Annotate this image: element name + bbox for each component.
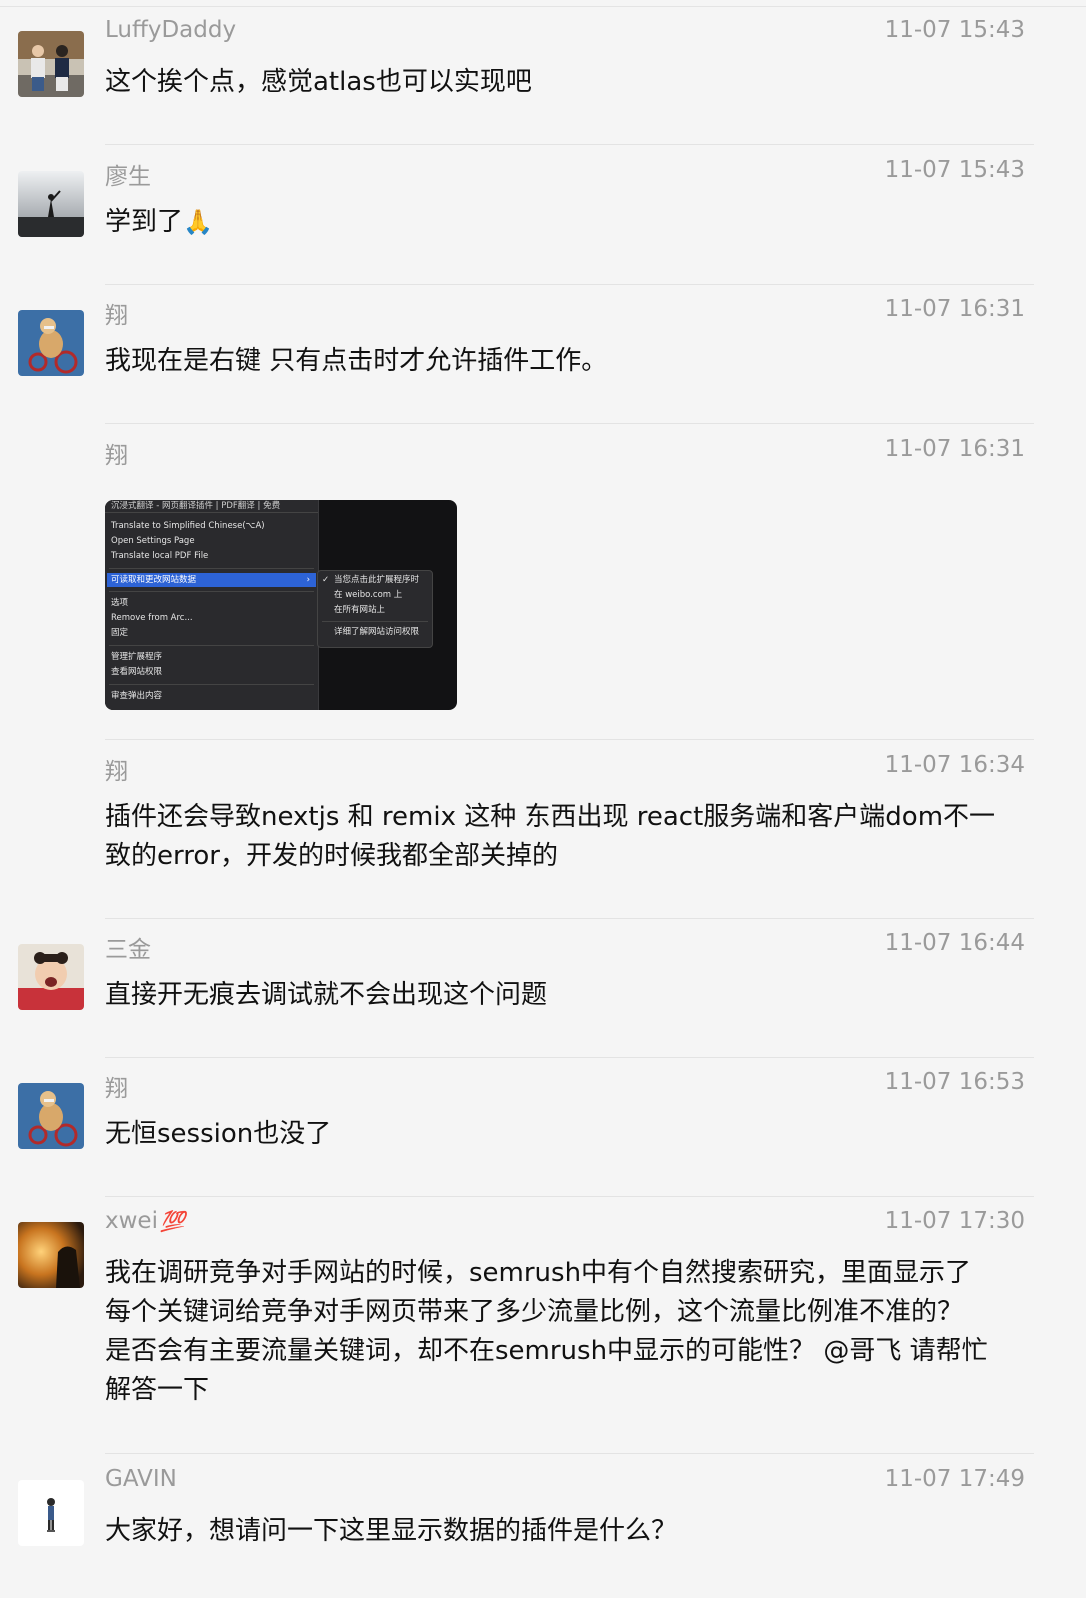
menu-item: 管理扩展程序: [111, 652, 163, 662]
menu-item: 审查弹出内容: [111, 691, 163, 701]
avatar[interactable]: [18, 1222, 84, 1288]
submenu-item: 详细了解网站访问权限: [334, 627, 420, 637]
timestamp: 11-07 16:31: [884, 296, 1025, 322]
message-divider: [105, 1453, 1034, 1454]
menu-item: 固定: [111, 628, 129, 638]
pray-emoji-icon: 🙏: [183, 208, 213, 236]
menu-item-label: 可读取和更改网站数据: [111, 575, 197, 585]
message-text: 这个挨个点，感觉atlas也可以实现吧: [105, 63, 1035, 102]
menu-item: Remove from Arc...: [111, 613, 193, 623]
message-line: 我现在是右键 只有点击时才允许插件工作。: [105, 346, 608, 376]
top-divider: [0, 6, 1086, 7]
sender-name-text: xwei: [105, 1208, 158, 1234]
avatar[interactable]: [18, 171, 84, 237]
menu-item: 选项: [111, 598, 129, 608]
sender-name[interactable]: 翔: [105, 436, 128, 470]
message-line: 学到了: [105, 207, 184, 237]
timestamp: 11-07 17:30: [884, 1208, 1025, 1234]
submenu-item: 在所有网站上: [334, 605, 386, 615]
sender-name[interactable]: 翔: [105, 296, 128, 330]
message-line: 无恒session也没了: [105, 1119, 332, 1149]
message-line: 直接开无痕去调试就不会出现这个问题: [105, 980, 548, 1010]
menu-divider: [109, 684, 314, 685]
message-divider: [105, 144, 1034, 145]
message-text: 大家好，想请问一下这里显示数据的插件是什么？: [105, 1512, 1035, 1551]
timestamp: 11-07 16:44: [884, 930, 1025, 956]
menu-item-highlighted: 可读取和更改网站数据 ›: [107, 573, 316, 587]
menu-header: 沉浸式翻译 - 网页翻译插件 | PDF翻译 | 免费: [105, 500, 318, 513]
site-access-submenu: ✓ 当您点击此扩展程序时 在 weibo.com 上 在所有网站上 详细了解网站访…: [317, 570, 433, 648]
chevron-right-icon: ›: [306, 575, 310, 585]
message-text: 直接开无痕去调试就不会出现这个问题: [105, 976, 1035, 1015]
message-line: 致的error，开发的时候我都全部关掉的: [105, 841, 558, 871]
sender-name[interactable]: 三金: [105, 930, 151, 964]
timestamp: 11-07 17:49: [884, 1466, 1025, 1492]
message-text: 插件还会导致nextjs 和 remix 这种 东西出现 react服务端和客户…: [105, 798, 1035, 876]
sender-name[interactable]: LuffyDaddy: [105, 17, 236, 43]
message-line: 这个挨个点，感觉atlas也可以实现吧: [105, 67, 532, 97]
message-text: 我在调研竞争对手网站的时候，semrush中有个自然搜索研究，里面显示了 每个关…: [105, 1254, 1035, 1410]
menu-divider: [109, 645, 314, 646]
checkmark-icon: ✓: [322, 575, 330, 585]
message-line: 大家好，想请问一下这里显示数据的插件是什么？: [105, 1516, 678, 1546]
timestamp: 11-07 16:53: [884, 1069, 1025, 1095]
menu-divider: [322, 621, 428, 622]
message-line: 插件还会导致nextjs 和 remix 这种 东西出现 react服务端和客户…: [105, 802, 996, 832]
sender-name[interactable]: 翔: [105, 752, 128, 786]
submenu-item: ✓ 当您点击此扩展程序时: [318, 573, 432, 588]
message-text: 我现在是右键 只有点击时才允许插件工作。: [105, 342, 1035, 381]
menu-divider: [109, 568, 314, 569]
hundred-points-icon: 💯: [159, 1209, 185, 1233]
menu-item: 查看网站权限: [111, 667, 163, 677]
timestamp: 11-07 15:43: [884, 17, 1025, 43]
timestamp: 11-07 16:31: [884, 436, 1025, 462]
menu-item: Translate local PDF File: [111, 551, 209, 561]
sender-name[interactable]: xwei 💯: [105, 1208, 185, 1234]
message-divider: [105, 284, 1034, 285]
extension-context-menu: 沉浸式翻译 - 网页翻译插件 | PDF翻译 | 免费 Translate to…: [105, 500, 319, 710]
avatar[interactable]: [18, 31, 84, 97]
timestamp: 11-07 16:34: [884, 752, 1025, 778]
context-menu-screenshot[interactable]: 沉浸式翻译 - 网页翻译插件 | PDF翻译 | 免费 Translate to…: [105, 500, 457, 710]
avatar[interactable]: [18, 1083, 84, 1149]
avatar[interactable]: [18, 944, 84, 1010]
menu-item: Translate to Simplified Chinese(⌥A): [111, 521, 265, 531]
message-line: 我在调研竞争对手网站的时候，semrush中有个自然搜索研究，里面显示了: [105, 1258, 972, 1288]
sender-name[interactable]: 廖生: [105, 157, 151, 191]
avatar[interactable]: [18, 310, 84, 376]
message-line: 解答一下: [105, 1375, 210, 1405]
message-divider: [105, 423, 1034, 424]
menu-divider: [109, 591, 314, 592]
sender-name[interactable]: GAVIN: [105, 1466, 177, 1492]
timestamp: 11-07 15:43: [884, 157, 1025, 183]
message-line: 每个关键词给竞争对手网页带来了多少流量比例，这个流量比例准不准的？: [105, 1297, 964, 1327]
message-divider: [105, 739, 1034, 740]
message-divider: [105, 1196, 1034, 1197]
submenu-item-label: 当您点击此扩展程序时: [334, 575, 420, 585]
message-text: 无恒session也没了: [105, 1115, 1035, 1154]
message-divider: [105, 918, 1034, 919]
avatar[interactable]: [18, 1480, 84, 1546]
message-divider: [105, 1057, 1034, 1058]
message-line: 是否会有主要流量关键词，却不在semrush中显示的可能性？ @哥飞 请帮忙: [105, 1336, 988, 1366]
submenu-item: 在 weibo.com 上: [334, 590, 403, 600]
menu-item: Open Settings Page: [111, 536, 195, 546]
sender-name[interactable]: 翔: [105, 1069, 128, 1103]
message-text: 学到了🙏: [105, 203, 1035, 242]
